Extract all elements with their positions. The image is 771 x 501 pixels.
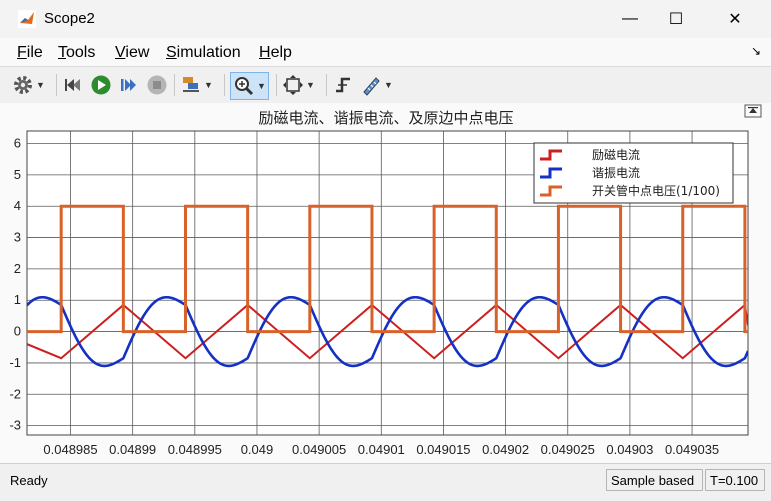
step-forward-button[interactable]: [118, 72, 140, 98]
x-tick-label: 0.04901: [358, 442, 405, 457]
scope-chart[interactable]: 励磁电流、谐振电流、及原边中点电压 0.048985 0.04899 0.04899…: [0, 103, 771, 463]
x-tick-label: 0.049015: [416, 442, 470, 457]
x-tick-label: 0.049035: [665, 442, 719, 457]
undock-button[interactable]: [744, 104, 762, 118]
legend-label: 励磁电流: [592, 147, 640, 162]
step-back-button[interactable]: [63, 72, 85, 98]
toolbar-divider: [224, 74, 225, 96]
y-tick-label: 6: [14, 136, 21, 151]
menu-simulation[interactable]: Simulation: [166, 44, 241, 62]
chevron-down-icon: ▼: [204, 80, 213, 90]
scope-figure: 励磁电流、谐振电流、及原边中点电压 0.048985 0.04899 0.04899…: [0, 103, 771, 463]
settings-button[interactable]: ▼: [12, 72, 45, 98]
step-back-icon: [65, 79, 80, 91]
x-tick-label: 0.04902: [482, 442, 529, 457]
close-button[interactable]: ✕: [712, 0, 758, 38]
close-icon: ✕: [728, 11, 742, 28]
y-tick-label: 1: [14, 292, 21, 307]
x-tick-label: 0.049025: [541, 442, 595, 457]
dock-arrow-icon[interactable]: ↘: [751, 44, 761, 58]
legend-label: 开关管中点电压(1/100): [592, 183, 720, 198]
chevron-down-icon: ▼: [306, 80, 315, 90]
zoom-button[interactable]: ▼: [230, 72, 269, 100]
triggers-icon: [336, 77, 350, 93]
y-tick-label: 3: [14, 230, 21, 245]
minimize-icon: —: [622, 10, 638, 27]
signal-select-button[interactable]: ▼: [180, 72, 213, 98]
y-tick-label: 0: [14, 324, 21, 339]
menu-file[interactable]: File: [17, 44, 43, 62]
menu-help[interactable]: Help: [259, 44, 292, 62]
window-title: Scope2: [44, 10, 95, 27]
x-tick-label: 0.049005: [292, 442, 346, 457]
toolbar-divider: [326, 74, 327, 96]
stop-button[interactable]: [146, 72, 168, 98]
run-button[interactable]: [90, 72, 112, 98]
gear-icon: [14, 76, 32, 94]
legend[interactable]: 励磁电流谐振电流开关管中点电压(1/100): [533, 142, 734, 204]
step-forward-icon: [121, 79, 136, 91]
triggers-button[interactable]: [333, 72, 355, 98]
measurements-icon: [363, 77, 380, 96]
menu-view[interactable]: View: [115, 44, 149, 62]
y-tick-label: 5: [14, 167, 21, 182]
toolbar-divider: [276, 74, 277, 96]
plot-title: 励磁电流、谐振电流、及原边中点电压: [258, 109, 513, 127]
matlab-logo-icon: [18, 10, 36, 28]
menu-bar: File Tools View Simulation Help: [0, 38, 771, 66]
status-bar: Ready Sample based T=0.100: [0, 463, 771, 501]
maximize-button[interactable]: ☐: [653, 0, 699, 38]
minimize-button[interactable]: —: [607, 0, 653, 38]
y-tick-label: -3: [9, 418, 21, 433]
x-tick-label: 0.04903: [606, 442, 653, 457]
chevron-down-icon: ▼: [36, 80, 45, 90]
chevron-down-icon: ▼: [384, 80, 393, 90]
maximize-icon: ☐: [668, 11, 684, 28]
x-tick-label: 0.048995: [168, 442, 222, 457]
y-tick-label: -2: [9, 386, 21, 401]
y-tick-label: 2: [14, 261, 21, 276]
run-icon: [91, 75, 111, 95]
y-tick-label: -1: [9, 355, 21, 370]
legend-label: 谐振电流: [592, 166, 640, 180]
autoscale-button[interactable]: ▼: [282, 72, 315, 98]
title-bar: Scope2 — ☐ ✕: [0, 0, 771, 38]
status-ready: Ready: [10, 473, 48, 488]
toolbar-divider: [56, 74, 57, 96]
menu-tools[interactable]: Tools: [58, 44, 95, 62]
chevron-down-icon: ▼: [257, 81, 266, 91]
x-tick-label: 0.04899: [109, 442, 156, 457]
y-tick-label: 4: [14, 198, 21, 213]
x-tick-label: 0.049: [241, 442, 274, 457]
x-tick-label: 0.048985: [43, 442, 97, 457]
stop-icon: [147, 75, 167, 95]
autoscale-icon: [283, 75, 303, 95]
zoom-icon: [235, 77, 254, 96]
sample-mode-badge: Sample based: [606, 469, 703, 491]
sim-time-badge: T=0.100: [705, 469, 765, 491]
toolbar-divider: [174, 74, 175, 96]
toolbar: ▼ ▼ ▼ ▼ ▼: [0, 66, 771, 104]
signal-select-icon: [183, 77, 199, 92]
measurements-button[interactable]: ▼: [360, 72, 393, 98]
